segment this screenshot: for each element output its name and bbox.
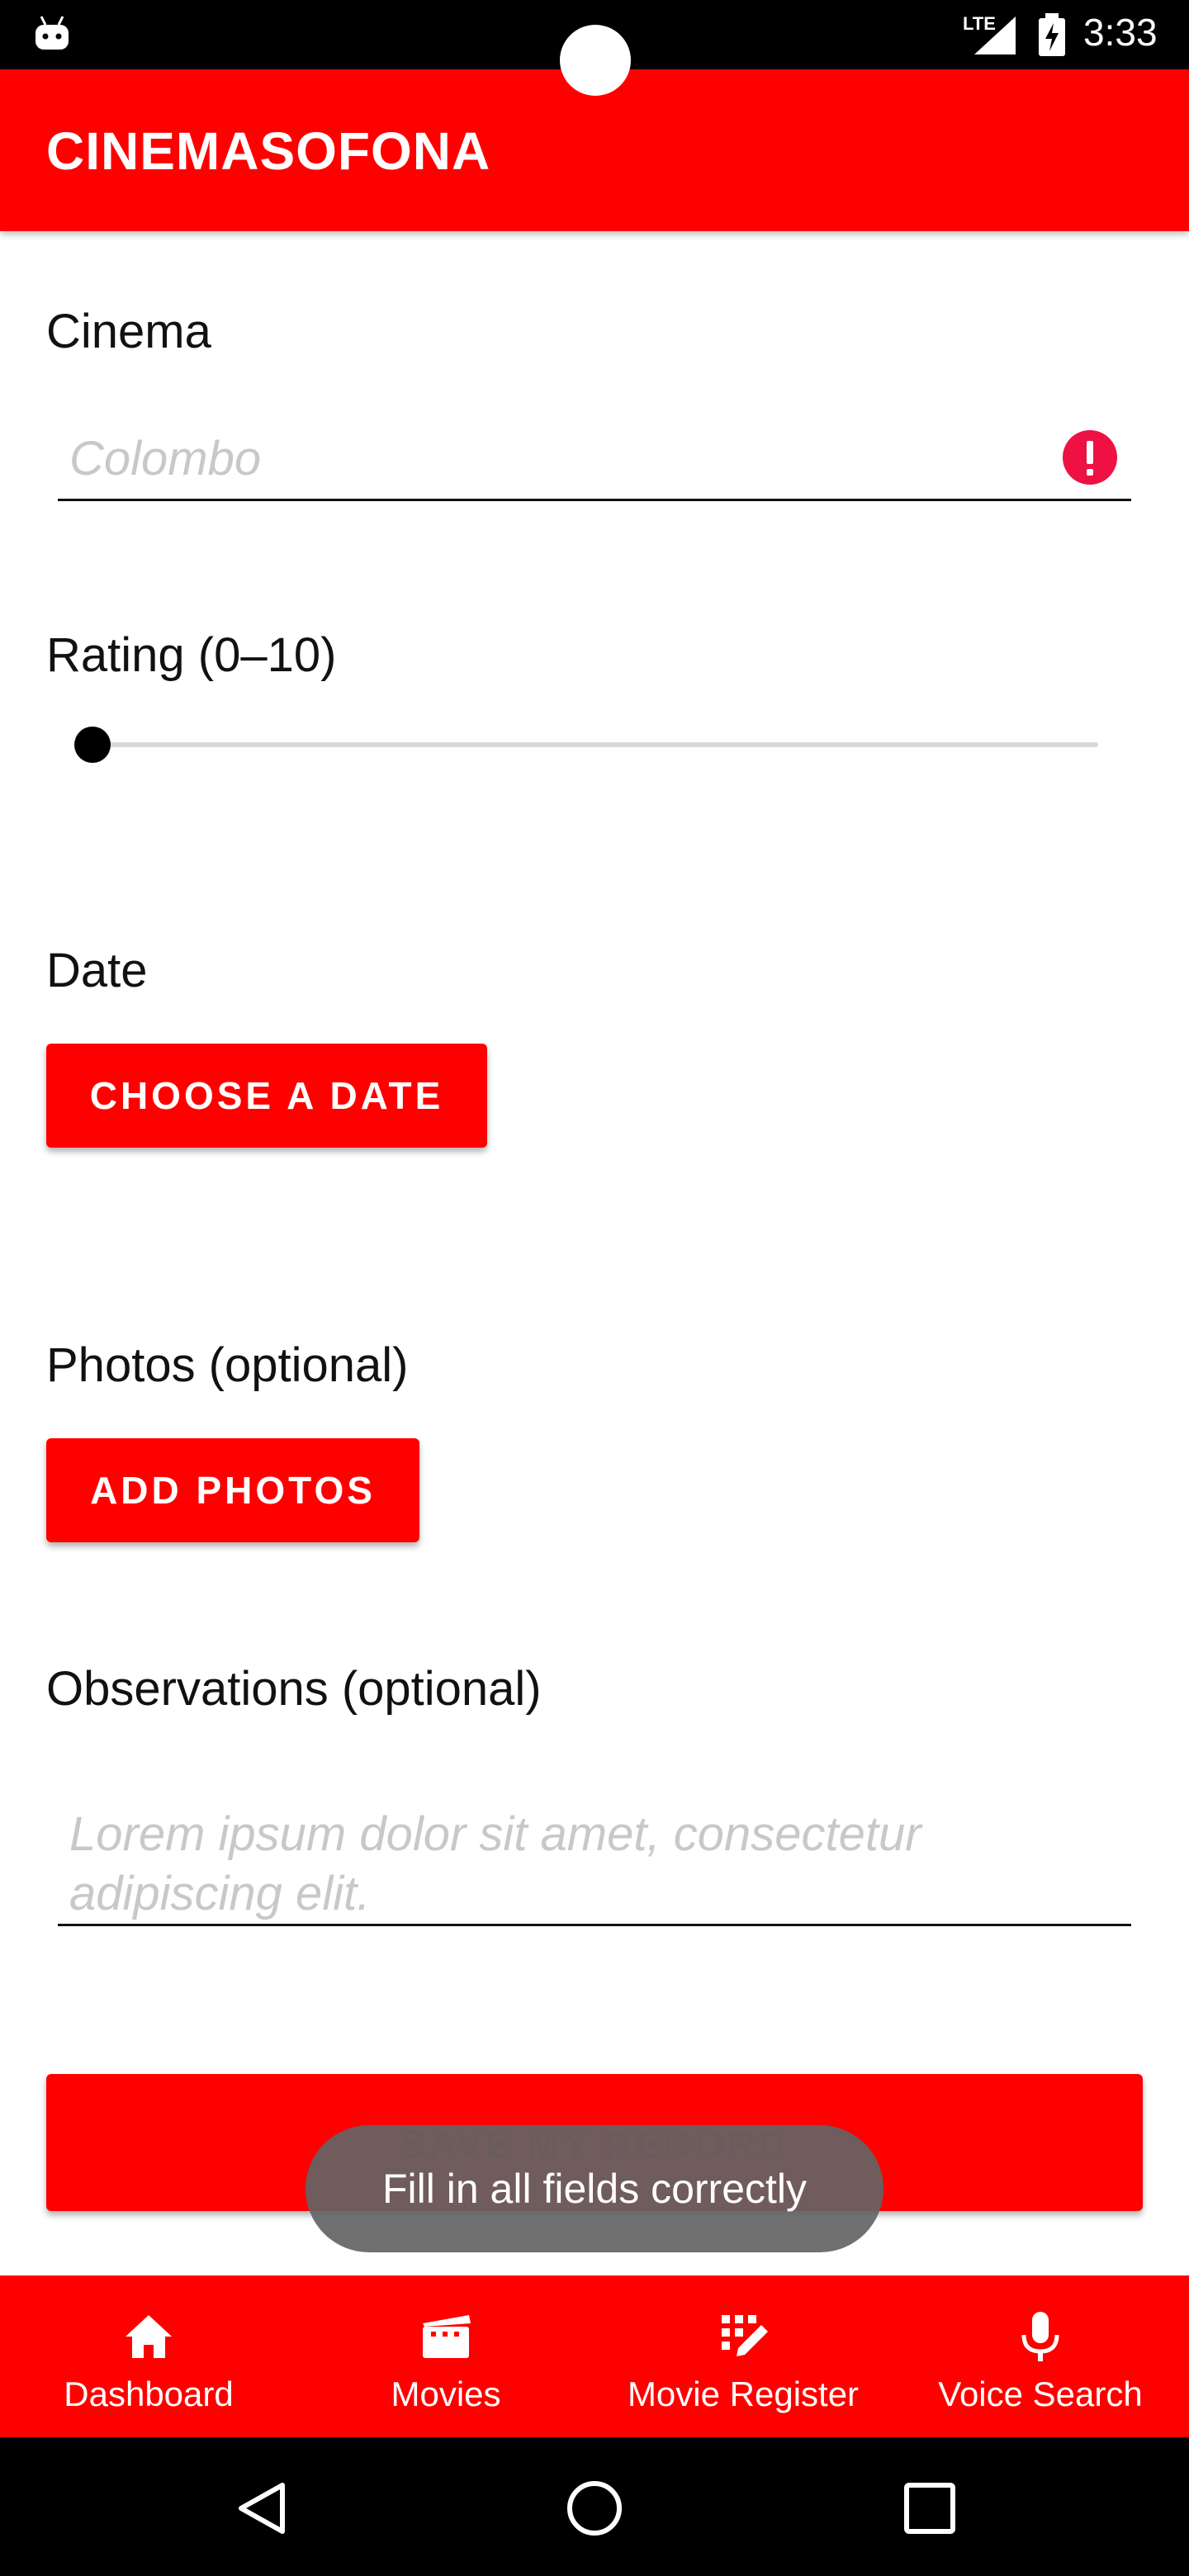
signal-icon (974, 17, 1016, 54)
nav-item-movies[interactable]: Movies (297, 2275, 594, 2437)
observations-underline (58, 1924, 1131, 1926)
mic-icon (1021, 2312, 1059, 2361)
nav-label-dashboard: Dashboard (64, 2375, 234, 2413)
rating-label: Rating (0–10) (46, 628, 337, 682)
battery-charging-icon (1039, 13, 1065, 56)
date-label: Date (46, 944, 148, 997)
nav-label-movies: Movies (391, 2375, 501, 2413)
photos-label: Photos (optional) (46, 1338, 409, 1392)
rating-slider-thumb[interactable] (74, 727, 111, 763)
observations-label: Observations (optional) (46, 1662, 542, 1716)
cinema-label: Cinema (46, 305, 211, 358)
toast-message: Fill in all fields correctly (306, 2125, 883, 2252)
add-photos-button[interactable]: ADD PHOTOS (46, 1438, 419, 1542)
nav-label-voice-search: Voice Search (938, 2375, 1143, 2413)
choose-date-button[interactable]: CHOOSE A DATE (46, 1044, 487, 1148)
cinema-underline (58, 499, 1131, 501)
system-navigation-bar (0, 2437, 1189, 2576)
home-icon (126, 2315, 172, 2358)
app-title: CINEMASOFONA (46, 121, 491, 181)
rating-slider-track[interactable] (92, 742, 1098, 747)
nav-item-voice-search[interactable]: Voice Search (892, 2275, 1189, 2437)
observations-input[interactable]: Lorem ipsum dolor sit amet, consectetur … (69, 1805, 1110, 1924)
android-icon (36, 16, 69, 50)
movie-icon (423, 2315, 471, 2358)
error-icon (1063, 430, 1117, 485)
nav-label-movie-register: Movie Register (627, 2375, 860, 2413)
recents-icon[interactable] (900, 2479, 959, 2538)
cinema-input[interactable]: Colombo (69, 431, 261, 486)
nav-item-movie-register[interactable]: Movie Register (594, 2275, 892, 2437)
camera-cutout (560, 25, 631, 96)
clock: 3:33 (1083, 11, 1158, 54)
bottom-navigation: Dashboard Movies Movie Register Voice Se… (0, 2275, 1189, 2437)
nav-item-dashboard[interactable]: Dashboard (0, 2275, 297, 2437)
edit-grid-icon (722, 2315, 768, 2356)
home-circle-icon[interactable] (565, 2479, 624, 2538)
back-icon[interactable] (233, 2479, 292, 2538)
